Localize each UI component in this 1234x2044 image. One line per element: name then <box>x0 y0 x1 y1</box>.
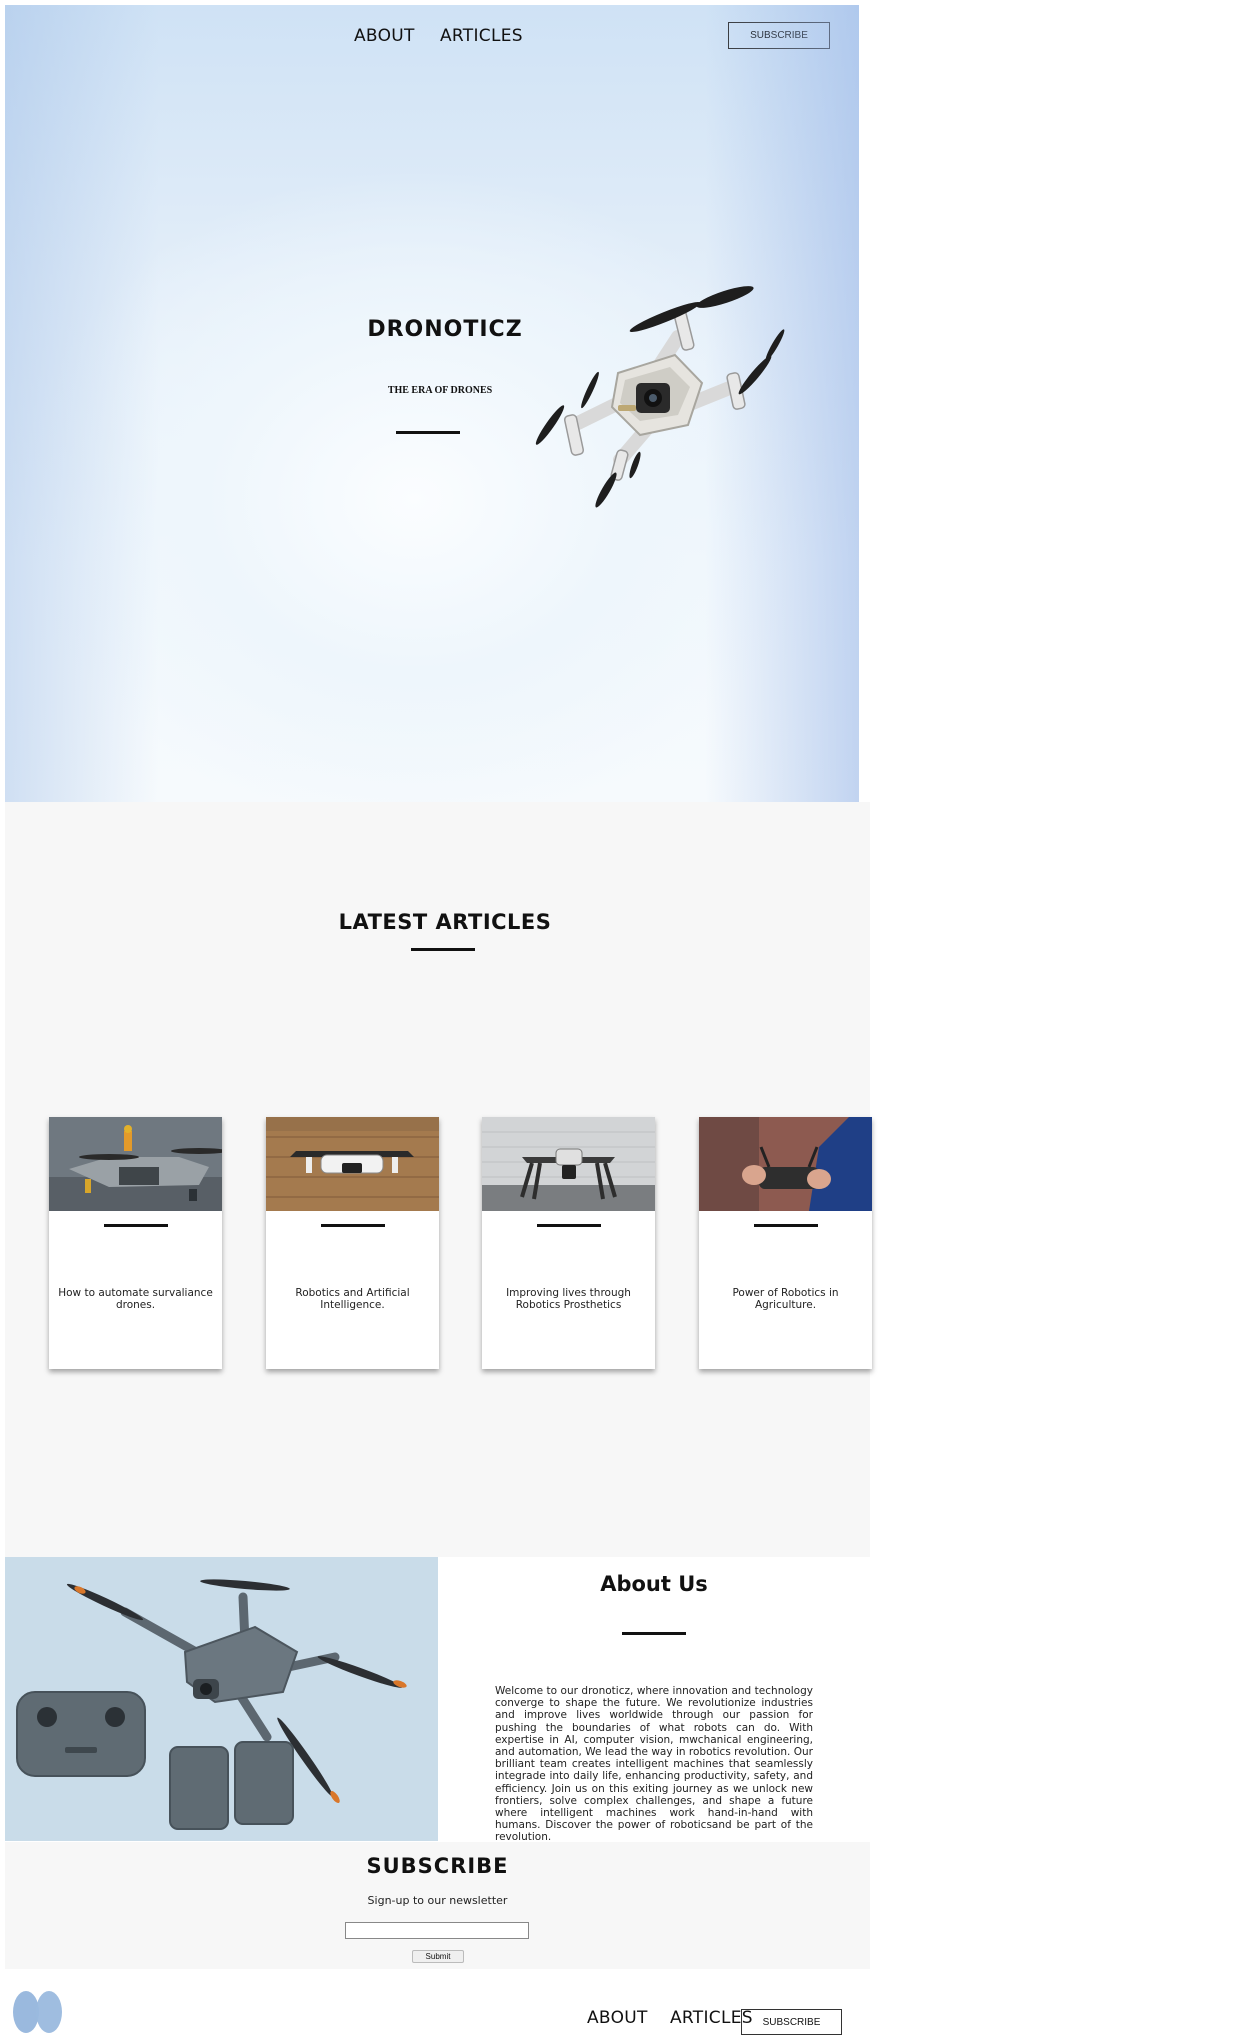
card-caption: Robotics and Artificial Intelligence. <box>295 1287 410 1311</box>
card-caption: Power of Robotics in Agriculture. <box>732 1287 839 1311</box>
card-caption: Improving lives through Robotics Prosthe… <box>506 1287 631 1311</box>
nav-about-link[interactable]: ABOUT <box>354 26 415 46</box>
article-card[interactable]: Improving lives through Robotics Prosthe… <box>482 1117 655 1369</box>
subscribe-description: Sign-up to our newsletter <box>367 1894 508 1907</box>
remote-controller-hands-photo <box>699 1117 872 1211</box>
articles-divider <box>411 948 475 951</box>
hero-section: ABOUT ARTICLES SUBSCRIBE DRONOTICZ THE E… <box>5 5 859 802</box>
mini-drone-brick-wall-photo <box>266 1117 439 1211</box>
card-divider <box>104 1224 168 1227</box>
footer-about-link[interactable]: ABOUT <box>587 2008 648 2028</box>
card-divider <box>754 1224 818 1227</box>
drone-photo <box>535 286 785 508</box>
card-divider <box>537 1224 601 1227</box>
article-card[interactable]: Robotics and Artificial Intelligence. <box>266 1117 439 1369</box>
hero-divider <box>396 431 460 434</box>
footer-subscribe-button[interactable]: SUBSCRIBE <box>741 2009 842 2035</box>
drone-and-controller-photo <box>5 1557 438 1841</box>
articles-section: LATEST ARTICLES How to automate survalia… <box>5 802 872 1557</box>
subscribe-section: SUBSCRIBE Sign-up to our newsletter Subm… <box>5 1842 870 1969</box>
card-caption: How to automate survaliance drones. <box>58 1287 213 1311</box>
about-title: About Us <box>600 1572 708 1596</box>
about-text: Welcome to our dronoticz, where innovati… <box>495 1685 813 1844</box>
drone-with-figurines-photo <box>49 1117 222 1211</box>
subscribe-title: SUBSCRIBE <box>366 1854 509 1878</box>
article-card[interactable]: How to automate survaliance drones. <box>49 1117 222 1369</box>
nav-subscribe-button[interactable]: SUBSCRIBE <box>728 22 830 49</box>
nav-articles-link[interactable]: ARTICLES <box>440 26 523 46</box>
inspire-drone-photo <box>482 1117 655 1211</box>
card-divider <box>321 1224 385 1227</box>
articles-title: LATEST ARTICLES <box>338 910 552 934</box>
newsletter-email-input[interactable] <box>345 1922 529 1939</box>
article-card[interactable]: Power of Robotics in Agriculture. <box>699 1117 872 1369</box>
newsletter-submit-button[interactable]: Submit <box>412 1950 464 1963</box>
twin-ovals-logo <box>13 1991 62 2033</box>
about-divider <box>622 1632 686 1635</box>
